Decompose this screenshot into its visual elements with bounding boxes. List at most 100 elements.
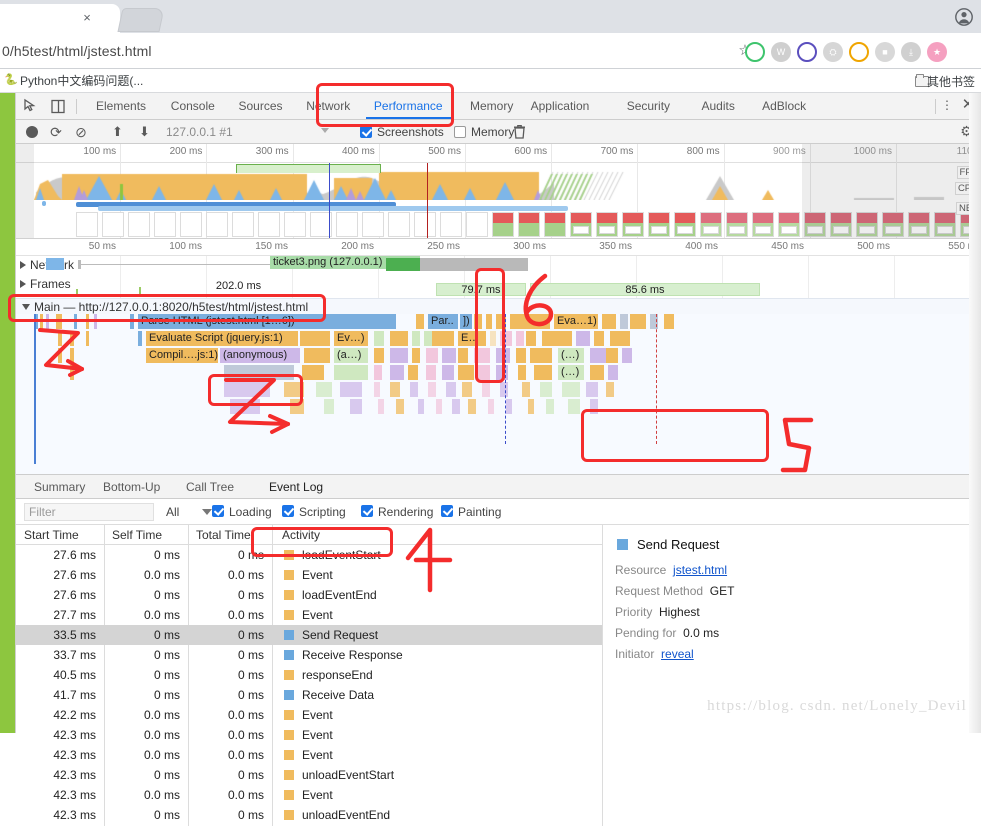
category-label-painting[interactable]: Painting xyxy=(458,506,501,519)
flame-bar[interactable] xyxy=(630,314,646,329)
flame-bar[interactable] xyxy=(590,399,598,414)
flame-bar[interactable] xyxy=(432,331,454,346)
flame-bar[interactable] xyxy=(130,314,134,329)
flame-bar[interactable] xyxy=(590,365,604,380)
wikipedia-icon[interactable]: W xyxy=(771,42,791,62)
flame-bar[interactable] xyxy=(138,331,142,346)
filmstrip-frame[interactable] xyxy=(362,212,384,237)
table-row[interactable]: 42.3 ms 0.0 ms 0.0 ms Event xyxy=(16,725,602,745)
flame-bar[interactable] xyxy=(378,399,384,414)
flame-chart[interactable]: Parse HTML (jstest.html [1…6]) Par..]) Eva… xyxy=(34,314,981,414)
flame-bar[interactable] xyxy=(410,382,418,397)
flame-bar[interactable] xyxy=(224,382,270,397)
filmstrip-frame[interactable] xyxy=(284,212,306,237)
filmstrip-frame[interactable] xyxy=(336,212,358,237)
filmstrip-frame[interactable] xyxy=(388,212,410,237)
flame-bar[interactable] xyxy=(436,399,442,414)
timeline-tracks[interactable]: Network ticket3.png (127.0.0.1) Frames 2… xyxy=(16,256,981,474)
other-bookmarks-button[interactable]: 其他书签 xyxy=(927,73,975,90)
filmstrip-frame[interactable] xyxy=(258,212,280,237)
frame-duration-1[interactable]: 202.0 ms xyxy=(146,275,331,295)
flame-bar-labeled[interactable]: Parse HTML (jstest.html [1…6]) xyxy=(138,314,396,329)
filmstrip-frame[interactable] xyxy=(726,212,748,237)
flame-bar[interactable] xyxy=(530,348,552,363)
flame-bar[interactable] xyxy=(458,348,468,363)
flame-bar-labeled[interactable]: Compil….js:1) xyxy=(146,348,218,363)
flame-bar[interactable] xyxy=(86,331,89,346)
flame-bar[interactable] xyxy=(540,382,552,397)
devtools-tab-application[interactable]: Application xyxy=(523,93,598,119)
flame-bar[interactable] xyxy=(620,314,628,329)
column-header-self-time[interactable]: Self Time xyxy=(112,528,162,542)
flame-bar[interactable] xyxy=(418,399,424,414)
track-row-network[interactable]: Network ticket3.png (127.0.0.1) xyxy=(16,256,981,274)
flame-bar[interactable] xyxy=(516,348,526,363)
filmstrip-frame[interactable] xyxy=(622,212,644,237)
flame-bar[interactable] xyxy=(70,365,74,380)
flame-bar[interactable] xyxy=(302,365,324,380)
compass-icon[interactable] xyxy=(849,42,869,62)
detail-value-link[interactable]: reveal xyxy=(661,647,694,661)
column-header-total-time[interactable]: Total Time xyxy=(196,528,251,542)
browser-tab-active[interactable] xyxy=(0,4,120,33)
flame-bar[interactable] xyxy=(374,348,384,363)
duration-filter-label[interactable]: All xyxy=(166,505,179,519)
filmstrip-frame[interactable] xyxy=(596,212,618,237)
profile-avatar-icon[interactable] xyxy=(955,8,973,26)
flame-bar-labeled[interactable]: (…) xyxy=(558,365,584,380)
right-scroll-gutter[interactable] xyxy=(969,93,981,733)
chevron-right-icon[interactable] xyxy=(20,261,26,269)
drawer-tab-call-tree[interactable]: Call Tree xyxy=(178,475,242,499)
record-button-icon[interactable] xyxy=(26,126,38,138)
table-row[interactable]: 27.6 ms 0.0 ms 0.0 ms Event xyxy=(16,565,602,585)
filmstrip-frame[interactable] xyxy=(76,212,98,237)
filmstrip-frame[interactable] xyxy=(154,212,176,237)
flame-bar-labeled[interactable]: (a…) xyxy=(334,348,368,363)
device-toolbar-icon[interactable] xyxy=(49,97,68,116)
table-row[interactable]: 33.7 ms 0 ms 0 ms Receive Response xyxy=(16,645,602,665)
filmstrip-frame[interactable] xyxy=(206,212,228,237)
flame-bar[interactable] xyxy=(304,348,330,363)
flame-bar-labeled[interactable]: Evaluate Script (jquery.js:1) xyxy=(146,331,298,346)
flame-bar[interactable] xyxy=(426,348,438,363)
flame-bar[interactable] xyxy=(546,399,554,414)
flame-bar[interactable] xyxy=(468,399,476,414)
drawer-tab-bottom-up[interactable]: Bottom-Up xyxy=(95,475,168,499)
flame-bar[interactable] xyxy=(428,382,436,397)
flame-bar[interactable] xyxy=(602,314,616,329)
filmstrip-frame[interactable] xyxy=(856,212,878,237)
drawer-tab-summary[interactable]: Summary xyxy=(26,475,93,499)
memory-checkbox[interactable] xyxy=(454,126,466,138)
flame-bar[interactable] xyxy=(452,399,460,414)
table-row[interactable]: 27.6 ms 0 ms 0 ms loadEventStart xyxy=(16,545,602,565)
filmstrip-frame[interactable] xyxy=(934,212,956,237)
flame-bar[interactable] xyxy=(458,365,474,380)
flame-bar[interactable] xyxy=(610,331,630,346)
chevron-down-icon-main[interactable] xyxy=(22,304,30,310)
flame-bar[interactable] xyxy=(526,331,536,346)
flame-bar[interactable] xyxy=(300,331,330,346)
category-checkbox-scripting[interactable] xyxy=(282,505,294,517)
category-checkbox-loading[interactable] xyxy=(212,505,224,517)
table-row[interactable]: 42.3 ms 0 ms 0 ms unloadEventEnd xyxy=(16,805,602,825)
flame-bar[interactable] xyxy=(534,365,552,380)
flame-bar[interactable] xyxy=(58,331,62,346)
flame-bar[interactable] xyxy=(664,314,674,329)
filmstrip-frame[interactable] xyxy=(700,212,722,237)
flame-bar[interactable] xyxy=(416,314,424,329)
flame-bar[interactable] xyxy=(86,314,89,329)
devtools-tab-network[interactable]: Network xyxy=(298,93,358,119)
filter-input[interactable]: Filter xyxy=(24,503,154,521)
new-tab-button[interactable] xyxy=(117,8,165,32)
address-bar[interactable]: 0/h5test/html/jstest.html xyxy=(0,37,732,64)
column-header-start-time[interactable]: Start Time xyxy=(24,528,79,542)
filmstrip-frame[interactable] xyxy=(804,212,826,237)
flame-bar[interactable] xyxy=(462,382,472,397)
flame-bar[interactable] xyxy=(390,348,408,363)
filmstrip-frame[interactable] xyxy=(518,212,540,237)
save-profile-icon[interactable]: ⬇ xyxy=(138,125,151,139)
devtools-tab-console[interactable]: Console xyxy=(163,93,223,119)
flame-bar[interactable] xyxy=(594,331,604,346)
flame-bar[interactable] xyxy=(230,399,260,414)
flame-bar[interactable] xyxy=(374,331,384,346)
